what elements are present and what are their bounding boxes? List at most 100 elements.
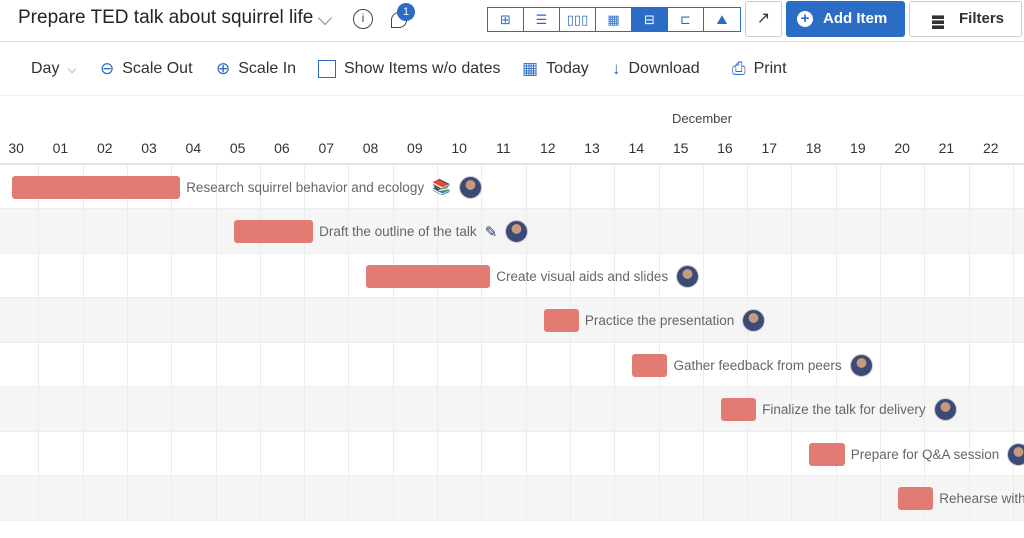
day-label: 05 [229,140,246,156]
task-label[interactable]: Draft the outline of the talk ✎ [319,220,529,243]
plus-icon: + [797,11,813,27]
task-label[interactable]: Research squirrel behavior and ecology 📚 [186,175,482,199]
task-bar[interactable] [12,175,181,199]
notification-badge: 1 [397,3,415,21]
filters-button[interactable]: ▬ ▬ ▬ Filters [909,1,1022,37]
timeline-row [0,476,1024,521]
scale-dropdown[interactable]: Day ⌵ [31,58,77,80]
day-label: 11 [496,140,511,156]
task-bar[interactable] [366,264,491,288]
avatar[interactable] [849,353,873,377]
book-icon: 📚 [432,179,451,196]
task-bar[interactable] [632,353,668,377]
print-label: Print [753,60,787,77]
task-label[interactable]: Prepare for Q&A session [850,442,1024,466]
grid-line [38,165,40,519]
pages-view-button[interactable]: ⊏ [668,8,704,31]
info-icon[interactable]: i [353,9,373,29]
grid-line [392,165,394,519]
charts-view-button[interactable]: ⛰ [704,8,740,31]
task-name: Practice the presentation [584,313,735,328]
grid-line [259,165,261,519]
task-label[interactable]: Rehearse with [939,487,1024,510]
task-name: Research squirrel behavior and ecology [186,179,425,195]
day-label: 12 [539,140,556,156]
task-name: Finalize the talk for delivery [762,402,926,417]
avatar[interactable] [742,309,766,332]
day-label: 21 [938,140,955,156]
download-icon: ↓ [612,59,621,78]
avatar[interactable] [676,264,700,288]
board-view-button[interactable]: ▯▯▯ [560,8,596,31]
grid-line [437,165,438,519]
day-label: 10 [451,140,467,156]
download-button[interactable]: ↓ Download [612,58,700,80]
print-button[interactable]: ⎙ Print [732,58,787,80]
calendar-view-button[interactable]: ▦ [596,8,632,31]
task-bar[interactable] [233,220,314,243]
grid-line [702,165,704,519]
task-label[interactable]: Create visual aids and slides [496,264,700,288]
grid-line [968,165,970,519]
day-label: 14 [628,140,645,156]
scale-out-button[interactable]: ⊖ Scale Out [100,58,193,80]
grid-line [126,165,128,519]
task-label[interactable]: Finalize the talk for delivery [762,398,957,421]
grid-line [614,165,616,519]
grid-line [348,165,350,519]
chevron-down-icon: ⌵ [67,61,77,76]
project-title[interactable]: Prepare TED talk about squirrel life [18,7,313,29]
chevron-down-icon[interactable] [317,10,333,26]
day-label: 20 [894,140,910,156]
task-name: Prepare for Q&A session [850,446,1000,462]
avatar[interactable] [933,398,957,421]
grid-line [835,165,837,519]
filters-label: Filters [959,10,1005,27]
day-label: 18 [805,140,822,156]
task-bar[interactable] [543,309,579,332]
grid-line [1012,165,1014,519]
task-bar[interactable] [898,487,934,510]
checklist-view-button[interactable]: ☰ [524,8,560,31]
avatar[interactable] [458,175,482,199]
grid-view-button[interactable]: ⊞ [488,8,524,31]
day-label: 16 [717,140,733,156]
header: Prepare TED talk about squirrel life i 1… [0,0,1024,42]
grid-line [880,165,881,519]
scale-in-button[interactable]: ⊕ Scale In [216,58,296,80]
scale-value: Day [31,60,60,77]
grid-line [525,165,527,519]
task-label[interactable]: Practice the presentation [584,309,766,332]
day-label: 03 [141,140,157,156]
task-label[interactable]: Gather feedback from peers [674,353,873,377]
grid-line [569,165,571,519]
day-label: 22 [982,140,999,156]
timeline-view-button[interactable]: ⊟ [632,8,668,31]
scale-out-label: Scale Out [122,60,193,77]
scale-in-label: Scale In [238,60,297,77]
day-label: 02 [96,140,113,156]
avatar[interactable] [1007,442,1024,466]
pencil-icon: ✎ [484,223,498,241]
grid-line [791,165,793,519]
add-item-button[interactable]: + Add Item [786,1,905,37]
grid-line [481,165,483,519]
checkbox-icon [318,60,336,78]
task-bar[interactable] [720,398,757,421]
avatar[interactable] [505,220,529,243]
grid-line [304,165,306,519]
grid-line [82,165,84,519]
today-button[interactable]: ▦ Today [522,58,589,80]
day-label: 09 [407,140,423,156]
grid-line [658,165,660,519]
task-bar[interactable] [809,442,845,466]
calendar-icon: ▦ [522,59,539,78]
show-items-checkbox[interactable]: Show Items w/o dates [318,58,501,80]
download-label: Download [628,60,700,77]
share-button[interactable]: ↗ [745,1,782,37]
day-label: 08 [362,140,379,156]
grid-line [747,165,749,519]
task-name: Rehearse with [939,491,1024,506]
month-label: December [672,111,732,126]
day-label: 07 [318,140,335,156]
